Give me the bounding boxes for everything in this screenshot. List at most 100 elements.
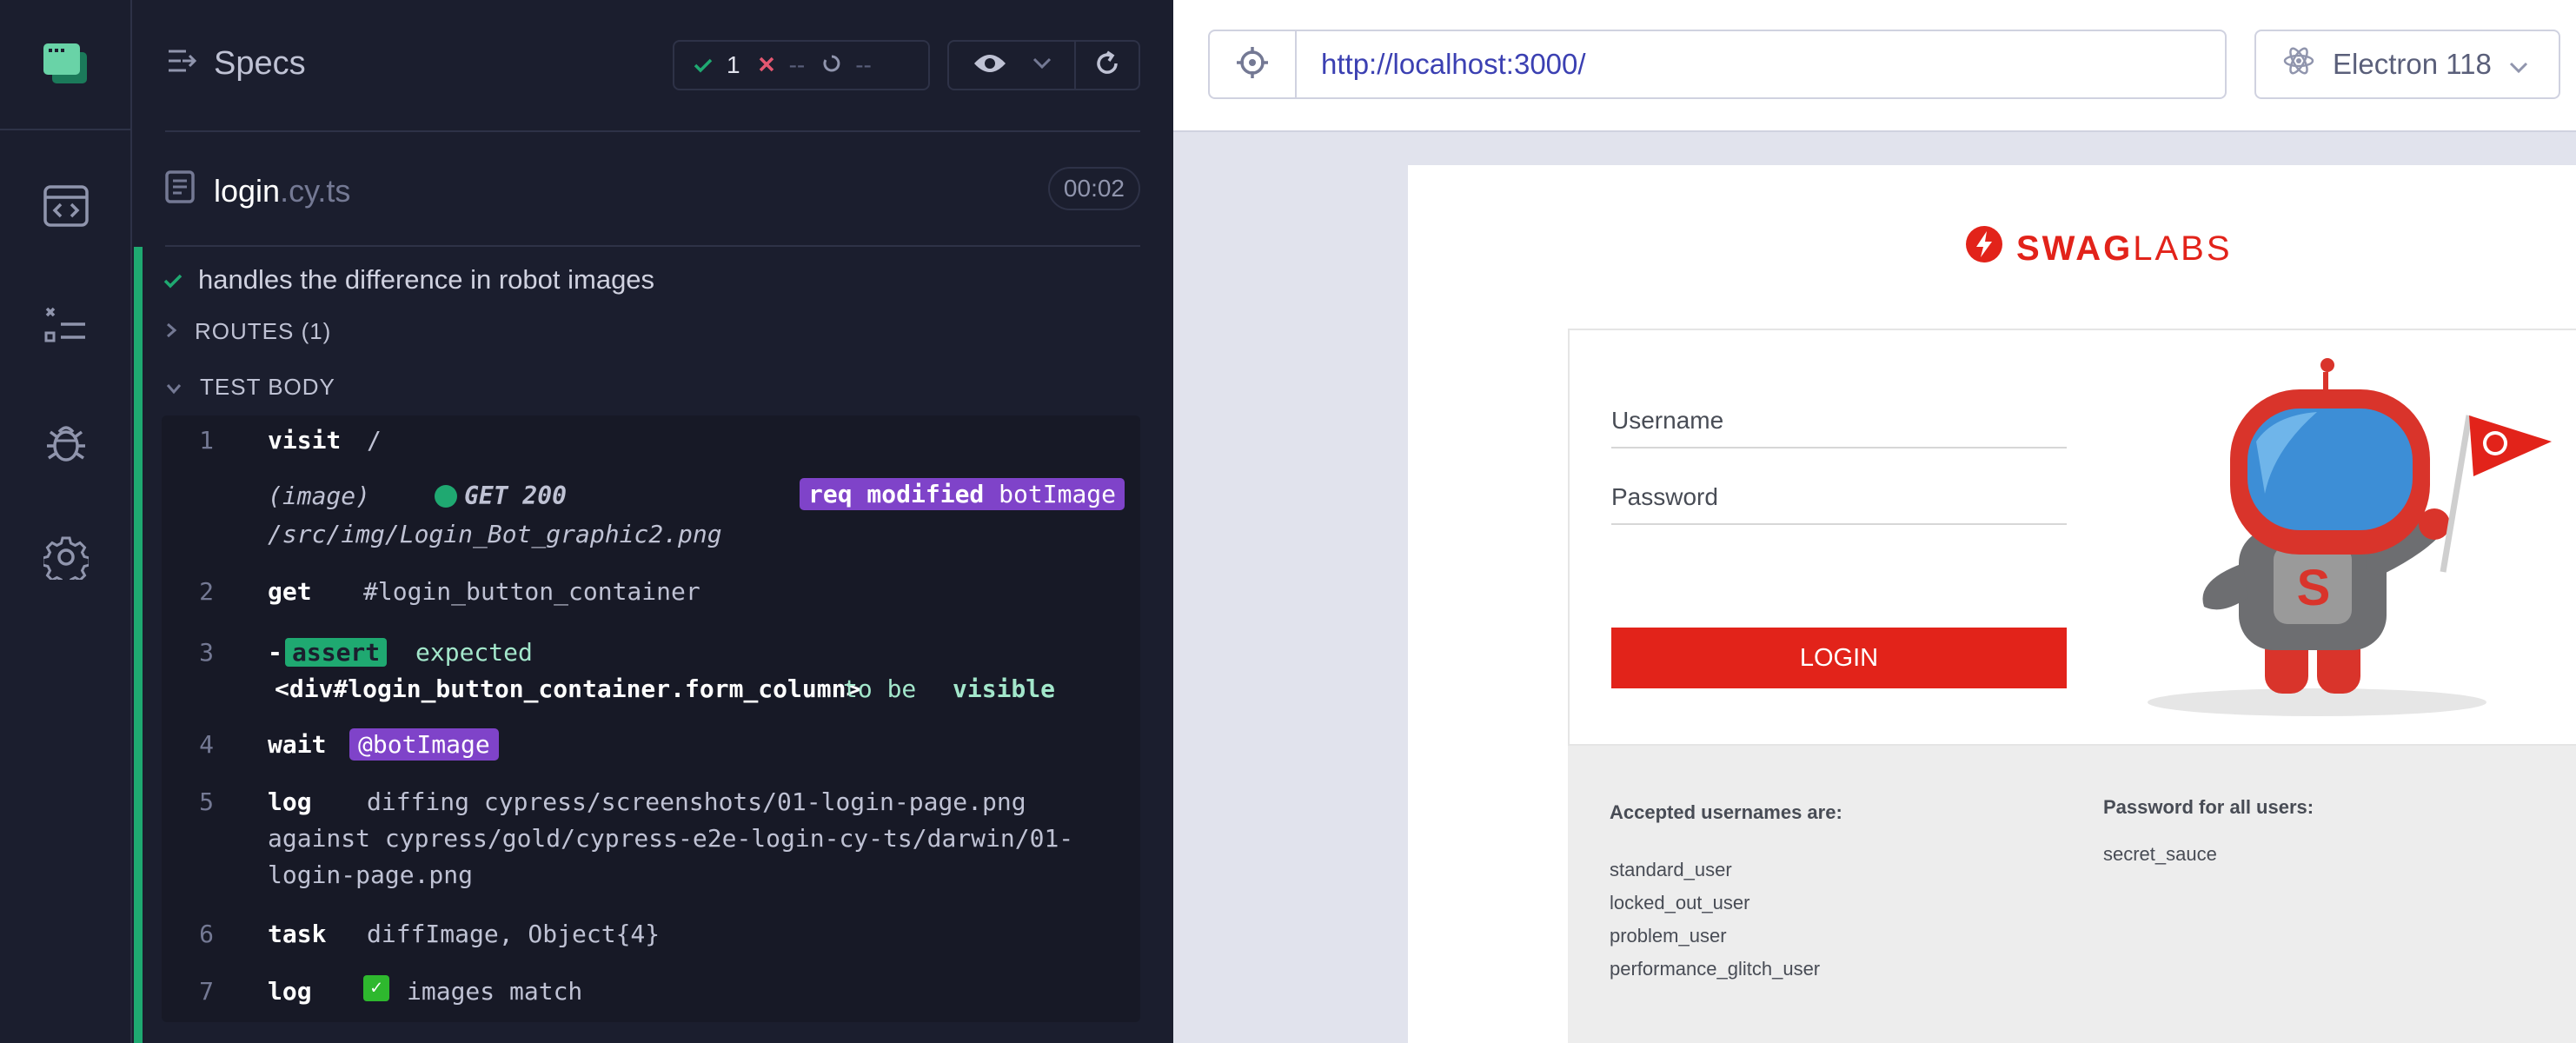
command-log: 1 visit / (image) GET 200 /src/img/Login… [162,415,1140,1022]
url-text[interactable]: http://localhost:3000/ [1297,31,1586,97]
passed-count: 1 [727,51,740,78]
aut-viewport: SWAGLABS Username Password LOGIN S Accep… [1408,165,2576,1043]
command-row[interactable]: 2 get #login_button_container [162,577,1140,626]
logo-labs-text: LABS [2133,229,2233,268]
test-body-label: TEST BODY [200,374,335,400]
duration-badge: 00:02 [1047,167,1140,210]
command-message: images match [407,977,583,1006]
command-row[interactable]: 4 wait @botImage [162,728,1140,779]
request-type: (image) [268,482,371,510]
spec-file-base: login [214,172,281,209]
command-row[interactable]: 7 log ✓ images match [162,975,1140,1020]
command-number: 7 [199,977,214,1006]
username-item: performance_glitch_user [1610,958,1821,980]
assert-element: <div#login_button_container.form_column> [275,674,861,703]
status-dot-icon [435,485,457,508]
chevron-down-icon [165,374,183,401]
reporter-controls [947,40,1140,90]
command-number: 6 [199,920,214,948]
reporter-panel: Specs 1 -- -- login.cy.ts 00:02 handles … [132,0,1173,1043]
command-number: 3 [199,638,214,667]
chevron-down-icon [2509,48,2528,81]
username-item: locked_out_user [1610,892,1750,913]
swag-logo-icon [1964,224,2004,273]
command-row[interactable]: 1 visit / [162,426,1140,475]
svg-text:S: S [2297,560,2331,616]
x-icon [758,51,775,79]
command-number: 5 [199,787,214,816]
url-bar: http://localhost:3000/ [1208,30,2227,99]
password-input[interactable]: Password [1611,471,2067,525]
test-body-toggle[interactable]: TEST BODY [165,374,335,401]
command-name: visit [268,426,342,455]
routes-section-toggle[interactable]: ROUTES (1) [165,318,331,345]
log-line-1: diffing cypress/screenshots/01-login-pag… [367,787,1026,816]
username-input[interactable]: Username [1611,395,2067,448]
command-number: 4 [199,730,214,759]
username-item: standard_user [1610,859,1732,880]
check-icon [694,51,713,79]
check-icon [163,264,183,296]
test-title: handles the difference in robot images [198,264,655,295]
spec-file-name[interactable]: login.cy.ts [165,170,350,211]
command-name: get [268,577,312,606]
command-name: wait [268,730,327,759]
file-icon [165,170,195,211]
assert-badge: assert [285,638,388,667]
command-message: diffImage, Object{4} [367,920,661,948]
credentials-panel: Accepted usernames are: standard_user lo… [1568,746,2576,1043]
test-stats: 1 -- -- [673,40,930,90]
badge-alias: botImage [999,480,1117,508]
logo-swag-text: SWAG [2016,229,2134,268]
debug-bug-icon[interactable] [0,395,132,490]
assert-visible: visible [953,674,1056,703]
username-item: problem_user [1610,925,1727,947]
request-row[interactable]: (image) GET 200 /src/img/Login_Bot_graph… [162,478,1140,556]
command-name: log [268,977,312,1006]
password-value: secret_sauce [2103,843,2217,865]
test-title-row[interactable]: handles the difference in robot images [163,264,654,296]
chevron-down-icon [1032,57,1052,74]
browser-selector[interactable]: Electron 118 [2254,30,2560,99]
accepted-usernames-heading: Accepted usernames are: [1610,801,1842,823]
side-nav [0,0,132,1043]
selector-playground-toggle[interactable] [1210,31,1297,97]
command-name: task [268,920,327,948]
reload-icon [1093,50,1121,82]
failed-stat: -- [758,51,806,79]
swag-labs-logo: SWAGLABS [1964,224,2233,273]
code-icon[interactable] [0,158,132,254]
failed-count: -- [788,51,806,78]
settings-gear-icon[interactable] [0,509,132,605]
routes-label: ROUTES (1) [195,318,332,344]
command-name: - [268,638,282,667]
alias-badge: @botImage [349,728,499,761]
specs-list-icon[interactable] [0,276,132,372]
crosshair-icon [1235,45,1270,84]
assert-row[interactable]: 3 - assert expected <div#login_button_co… [162,638,1140,711]
pass-indicator-bar [134,247,143,1043]
command-number: 2 [199,577,214,606]
request-path: /src/img/Login_Bot_graphic2.png [268,520,722,548]
browser-name: Electron 118 [2333,48,2492,80]
command-row[interactable]: 5 log diffing cypress/screenshots/01-log… [162,787,1140,900]
rerun-button[interactable] [1076,42,1139,89]
specs-title: Specs [214,45,306,82]
command-row[interactable]: 6 task diffImage, Object{4} [162,920,1140,968]
spec-file-header: login.cy.ts 00:02 [165,132,1140,247]
assert-to-be: to be [843,674,917,703]
check-mark-emoji-icon: ✓ [363,975,389,1001]
spec-file-ext: .cy.ts [280,172,351,209]
selector-playground-button[interactable] [949,42,1076,89]
chevron-right-icon [165,318,177,345]
request-modified-badge: req modified botImage [800,478,1125,510]
electron-icon [2282,44,2315,84]
app-under-test: http://localhost:3000/ Electron 118 SWAG… [1173,0,2576,1043]
test-item: handles the difference in robot images R… [132,247,1173,1043]
specs-toggle[interactable]: Specs [167,45,306,83]
reporter-header: Specs 1 -- -- [132,0,1173,130]
login-form-card: Username Password LOGIN S [1568,329,2576,746]
request-method-status: GET 200 [464,482,568,510]
cypress-logo-icon[interactable] [0,0,132,130]
login-button[interactable]: LOGIN [1611,628,2067,688]
